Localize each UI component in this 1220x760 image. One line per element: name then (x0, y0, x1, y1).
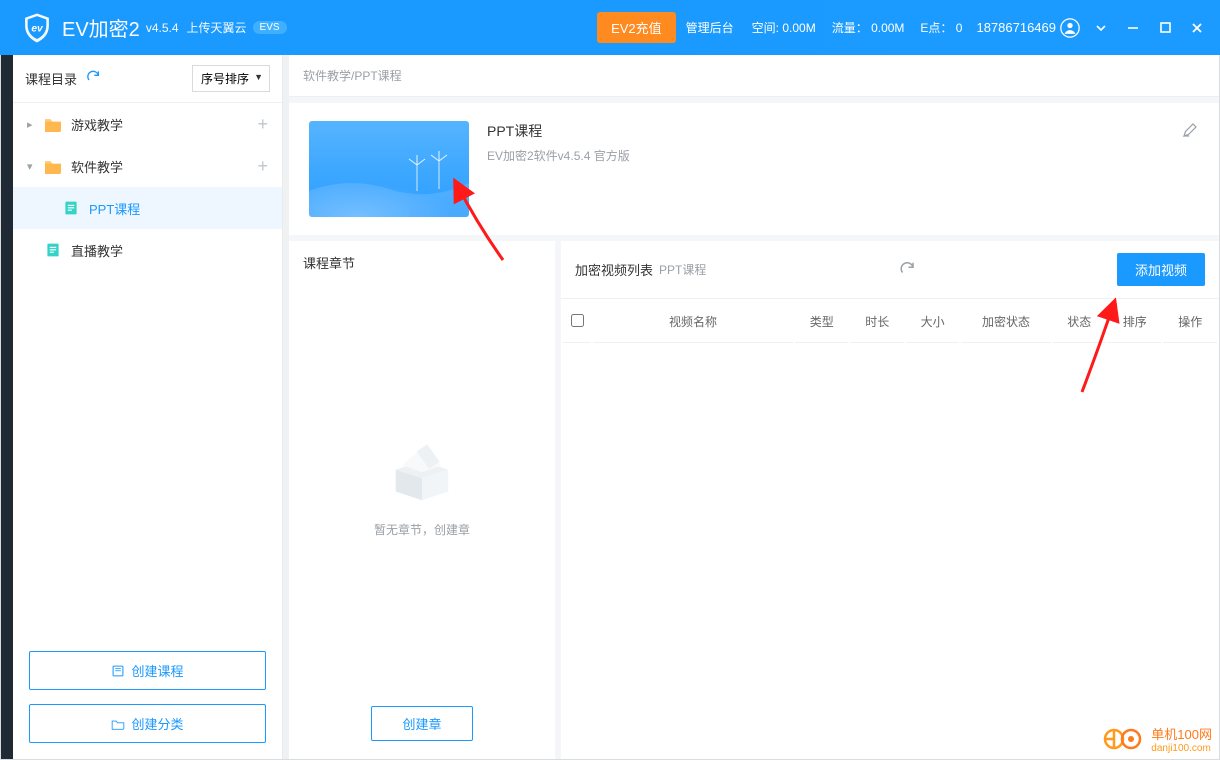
space-stat: 空间: 0.00M (752, 19, 816, 36)
dropdown-icon[interactable] (1090, 17, 1112, 39)
course-card: PPT课程 EV加密2软件v4.5.4 官方版 (289, 103, 1219, 235)
course-info: PPT课程 EV加密2软件v4.5.4 官方版 (487, 121, 630, 164)
sidebar: 课程目录 序号排序 ▸ 游戏教学 + ▾ 软件教学 + PPT课程 (13, 55, 283, 759)
course-thumbnail (309, 121, 469, 217)
col-name: 视频名称 (593, 301, 793, 343)
tree-item-software[interactable]: ▾ 软件教学 + (13, 145, 282, 187)
watermark-logo-icon (1103, 726, 1147, 752)
add-video-button[interactable]: 添加视频 (1117, 253, 1205, 286)
tree-label: 直播教学 (71, 241, 123, 260)
col-encrypt-status: 加密状态 (961, 301, 1050, 343)
app-logo-icon: ev (20, 11, 54, 45)
folder-icon (43, 158, 63, 174)
video-table-header-row: 视频名称 类型 时长 大小 加密状态 状态 排序 操作 (563, 301, 1217, 343)
folder-outline-icon (111, 717, 125, 731)
course-title: PPT课程 (487, 121, 630, 141)
document-icon (43, 242, 63, 258)
tree-item-ppt[interactable]: PPT课程 (13, 187, 282, 229)
breadcrumb: 软件教学/PPT课程 (289, 55, 1219, 97)
refresh-icon[interactable] (85, 68, 101, 89)
video-table: 视频名称 类型 时长 大小 加密状态 状态 排序 操作 (561, 298, 1219, 345)
app-title: EV加密2 (62, 13, 140, 42)
left-rail (1, 55, 13, 759)
watermark-domain: danji100.com (1151, 743, 1212, 754)
svg-text:ev: ev (31, 23, 44, 34)
col-duration: 时长 (850, 301, 903, 343)
sidebar-title: 课程目录 (25, 69, 77, 88)
create-category-button[interactable]: 创建分类 (29, 704, 266, 743)
chapter-panel-title: 课程章节 (303, 253, 355, 272)
traffic-stat: 流量： 0.00M (832, 19, 905, 36)
chevron-right-icon: ▸ (27, 118, 41, 131)
add-icon[interactable]: + (257, 114, 268, 135)
evs-badge: EVS (253, 21, 287, 34)
video-panel-title: 加密视频列表 (575, 260, 653, 279)
close-button[interactable] (1186, 17, 1208, 39)
sidebar-footer: 创建课程 创建分类 (13, 635, 282, 759)
col-status: 状态 (1053, 301, 1106, 343)
sort-select[interactable]: 序号排序 (192, 65, 270, 92)
chapter-panel: 课程章节 暂无章节，创建章 创建章 (289, 241, 555, 759)
app-body: 课程目录 序号排序 ▸ 游戏教学 + ▾ 软件教学 + PPT课程 (0, 55, 1220, 760)
col-order: 排序 (1108, 301, 1161, 343)
refresh-videos-icon[interactable] (898, 259, 916, 280)
course-tree: ▸ 游戏教学 + ▾ 软件教学 + PPT课程 直播教学 (13, 103, 282, 635)
empty-box-icon (377, 439, 467, 509)
chapter-empty-text: 暂无章节，创建章 (374, 521, 470, 538)
main-area: 软件教学/PPT课程 PPT课程 EV加密2软件v4.5.4 官方版 (289, 55, 1219, 759)
tree-label: PPT课程 (89, 199, 140, 218)
app-version: v4.5.4 (146, 21, 179, 35)
chapter-panel-body: 暂无章节，创建章 (289, 284, 555, 692)
col-type: 类型 (795, 301, 848, 343)
tree-item-game[interactable]: ▸ 游戏教学 + (13, 103, 282, 145)
maximize-button[interactable] (1154, 17, 1176, 39)
create-course-label: 创建课程 (131, 661, 183, 680)
watermark-name: 单机100网 (1151, 727, 1212, 742)
tree-label: 软件教学 (71, 157, 123, 176)
course-subtitle: EV加密2软件v4.5.4 官方版 (487, 147, 630, 164)
edit-icon[interactable] (1181, 121, 1199, 144)
epoint-stat: E点： 0 (920, 19, 962, 36)
titlebar: ev EV加密2 v4.5.4 上传天翼云 EVS EV2充值 管理后台 空间:… (0, 0, 1220, 55)
create-category-label: 创建分类 (131, 714, 183, 733)
chevron-down-icon: ▾ (27, 160, 41, 173)
watermark: 单机100网 danji100.com (1103, 724, 1212, 754)
user-icon[interactable] (1060, 18, 1080, 38)
chapter-panel-header: 课程章节 (289, 241, 555, 284)
video-panel-subtitle: PPT课程 (659, 261, 706, 278)
select-all-checkbox[interactable] (571, 314, 584, 327)
course-icon (111, 664, 125, 678)
video-table-empty (561, 345, 1219, 759)
document-icon (61, 200, 81, 216)
sidebar-header: 课程目录 序号排序 (13, 55, 282, 103)
account-phone[interactable]: 18786716469 (976, 20, 1056, 35)
tree-item-live[interactable]: 直播教学 (13, 229, 282, 271)
create-chapter-button[interactable]: 创建章 (371, 706, 472, 741)
admin-link[interactable]: 管理后台 (686, 19, 734, 36)
video-panel: 加密视频列表 PPT课程 添加视频 视频名称 类型 时长 大小 加密状态 (561, 241, 1219, 759)
col-actions: 操作 (1163, 301, 1217, 343)
add-icon[interactable]: + (257, 156, 268, 177)
col-size: 大小 (906, 301, 959, 343)
tree-label: 游戏教学 (71, 115, 123, 134)
video-panel-header: 加密视频列表 PPT课程 添加视频 (561, 241, 1219, 298)
recharge-button[interactable]: EV2充值 (597, 12, 676, 43)
upload-hint[interactable]: 上传天翼云 (187, 19, 247, 36)
col-checkbox[interactable] (563, 301, 591, 343)
minimize-button[interactable] (1122, 17, 1144, 39)
split-panels: 课程章节 暂无章节，创建章 创建章 加密视频列表 (289, 241, 1219, 759)
folder-icon (43, 116, 63, 132)
create-course-button[interactable]: 创建课程 (29, 651, 266, 690)
